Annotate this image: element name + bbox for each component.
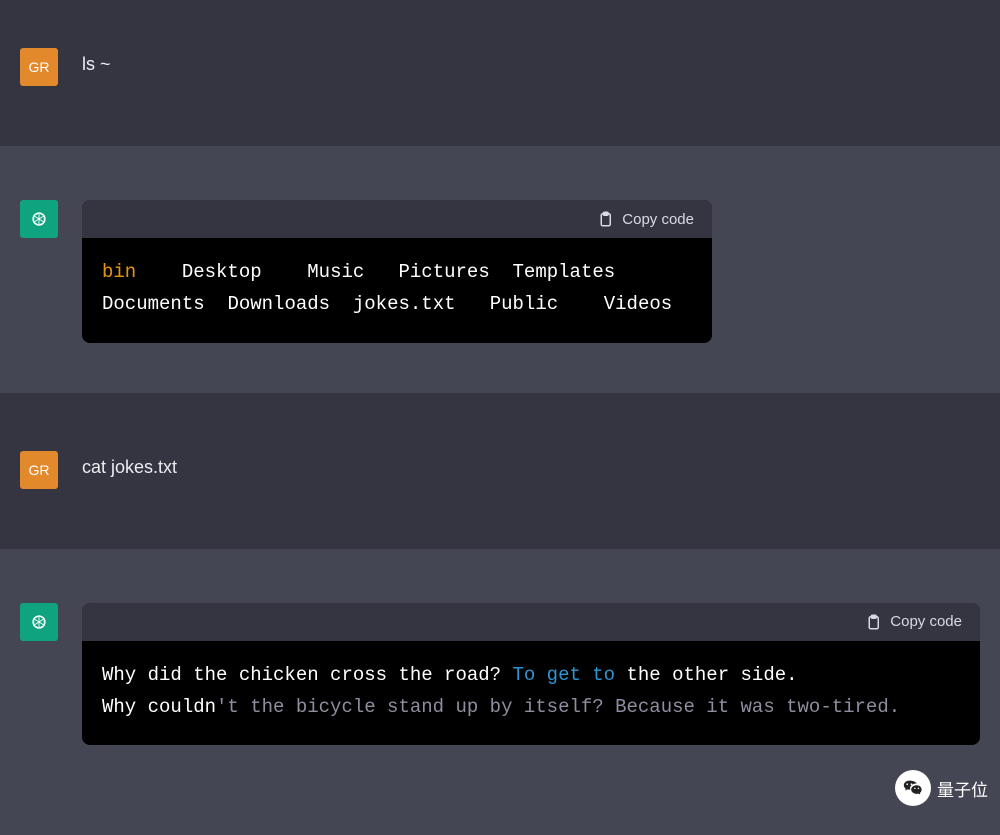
file-jokes: jokes.txt <box>353 293 456 315</box>
dir-documents: Documents <box>102 293 205 315</box>
assistant-avatar <box>20 603 58 641</box>
clipboard-icon <box>864 613 882 631</box>
code-body-2[interactable]: Why did the chicken cross the road? To g… <box>82 641 980 746</box>
dir-pictures: Pictures <box>399 261 490 283</box>
user-avatar: GR <box>20 48 58 86</box>
code-block-2: Copy code Why did the chicken cross the … <box>82 603 980 746</box>
assistant-avatar <box>20 200 58 238</box>
code-block-1: Copy code bin Desktop Music Pictures Tem… <box>82 200 712 343</box>
dir-templates: Templates <box>513 261 616 283</box>
wechat-icon <box>895 770 931 806</box>
joke1-c: the other side. <box>615 664 797 686</box>
dir-music: Music <box>307 261 364 283</box>
joke1-b: To get to <box>512 664 615 686</box>
joke2-b: 't the bicycle stand up by itself? Becau… <box>216 696 900 718</box>
code-header: Copy code <box>82 603 980 641</box>
dir-public: Public <box>490 293 558 315</box>
joke2-a: Why couldn <box>102 696 216 718</box>
assistant-message-2: Copy code Why did the chicken cross the … <box>0 549 1000 835</box>
openai-logo-icon <box>26 206 52 232</box>
dir-desktop: Desktop <box>182 261 262 283</box>
openai-logo-icon <box>26 609 52 635</box>
dir-downloads: Downloads <box>227 293 330 315</box>
code-header: Copy code <box>82 200 712 238</box>
copy-code-label: Copy code <box>890 613 962 630</box>
copy-code-label: Copy code <box>622 211 694 228</box>
dir-bin: bin <box>102 261 136 283</box>
user-avatar-initials: GR <box>29 59 50 75</box>
joke1-a: Why did the chicken cross the road? <box>102 664 512 686</box>
dir-videos: Videos <box>604 293 672 315</box>
user-avatar: GR <box>20 451 58 489</box>
code-body-1[interactable]: bin Desktop Music Pictures Templates Doc… <box>82 238 712 343</box>
watermark: 量子位 <box>895 770 988 806</box>
user-avatar-initials: GR <box>29 462 50 478</box>
user-message-2: GR cat jokes.txt <box>0 393 1000 549</box>
assistant-message-1: Copy code bin Desktop Music Pictures Tem… <box>0 146 1000 393</box>
user-message-text: ls ~ <box>82 48 980 75</box>
copy-code-button[interactable]: Copy code <box>864 613 962 631</box>
user-message-1: GR ls ~ <box>0 0 1000 146</box>
user-message-text: cat jokes.txt <box>82 451 980 478</box>
clipboard-icon <box>596 210 614 228</box>
copy-code-button[interactable]: Copy code <box>596 210 694 228</box>
watermark-text: 量子位 <box>937 776 988 801</box>
